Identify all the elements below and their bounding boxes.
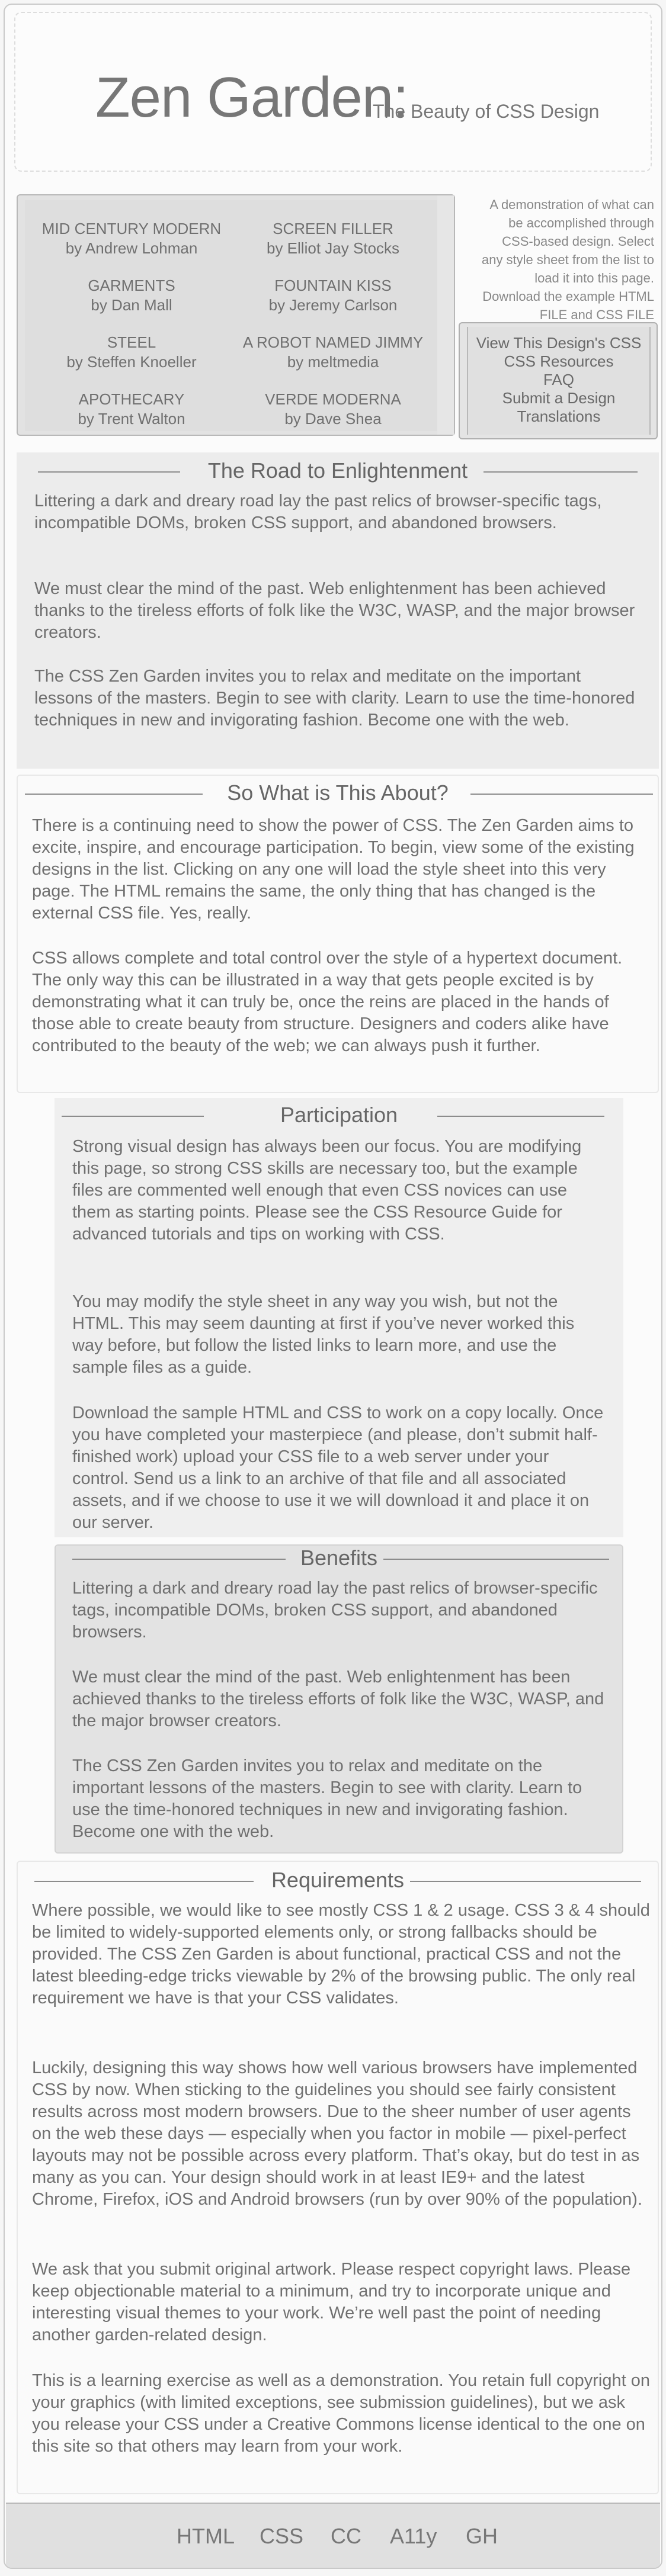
design-author[interactable]: by Jeremy Carlson: [232, 295, 434, 315]
view-css-link[interactable]: View This Design's CSS: [468, 334, 649, 352]
paragraph: The CSS Zen Garden invites you to relax …: [72, 1756, 582, 1841]
section-heading: Requirements: [18, 1868, 658, 1893]
section-participation: Participation Strong visual design has a…: [55, 1098, 623, 1537]
section-road-to-enlightenment: The Road to Enlightenment Littering a da…: [17, 452, 659, 769]
design-selection-list: MID CENTURY MODERN by Andrew Lohman SCRE…: [17, 194, 455, 436]
site-title: Zen Garden:: [95, 66, 409, 129]
section-heading: So What is This About?: [18, 780, 658, 805]
footer-link-gh[interactable]: GH: [466, 2524, 498, 2549]
paragraph: Luckily, designing this way shows how we…: [32, 2058, 643, 2209]
design-item[interactable]: GARMENTS by Dan Mall: [31, 276, 232, 315]
page: Zen Garden: The Beauty of CSS Design MID…: [4, 4, 662, 2569]
page-footer: HTML CSS CC A11y GH: [6, 2503, 660, 2568]
design-item[interactable]: APOTHECARY by Trent Walton: [31, 390, 232, 429]
design-author[interactable]: by Dan Mall: [31, 295, 232, 315]
design-name[interactable]: STEEL: [31, 333, 232, 352]
translations-link[interactable]: Translations: [468, 407, 649, 426]
select-text-line: FILE and CSS FILE: [539, 307, 654, 322]
design-name[interactable]: VERDE MODERNA: [232, 390, 434, 409]
submit-design-link[interactable]: Submit a Design: [468, 389, 649, 407]
site-tagline: The Beauty of CSS Design: [373, 101, 600, 122]
design-name[interactable]: FOUNTAIN KISS: [232, 276, 434, 295]
paragraph: Where possible, we would like to see mos…: [32, 1901, 650, 2008]
paragraph: We must clear the mind of the past. Web …: [72, 1668, 604, 1730]
design-author[interactable]: by Elliot Jay Stocks: [232, 239, 434, 258]
section-heading: The Road to Enlightenment: [17, 458, 659, 483]
paragraph: CSS allows complete and total control ov…: [32, 949, 623, 1055]
design-item[interactable]: A ROBOT NAMED JIMMY by meltmedia: [232, 333, 434, 372]
paragraph: Littering a dark and dreary road lay the…: [72, 1579, 598, 1642]
design-author[interactable]: by Steffen Knoeller: [31, 352, 232, 372]
design-author[interactable]: by Dave Shea: [232, 409, 434, 429]
design-item[interactable]: SCREEN FILLER by Elliot Jay Stocks: [232, 219, 434, 258]
design-author[interactable]: by meltmedia: [232, 352, 434, 372]
resources-inner: View This Design's CSS CSS Resources FAQ…: [467, 327, 651, 435]
paragraph: Strong visual design has always been our…: [72, 1137, 582, 1244]
paragraph: We ask that you submit original artwork.…: [32, 2260, 631, 2344]
design-author[interactable]: by Trent Walton: [31, 409, 232, 429]
footer-link-html[interactable]: HTML: [177, 2524, 235, 2549]
design-list-inner: MID CENTURY MODERN by Andrew Lohman SCRE…: [25, 200, 439, 431]
design-item[interactable]: STEEL by Steffen Knoeller: [31, 333, 232, 372]
page-header: Zen Garden: The Beauty of CSS Design: [14, 12, 652, 172]
design-name[interactable]: A ROBOT NAMED JIMMY: [232, 333, 434, 352]
design-item[interactable]: VERDE MODERNA by Dave Shea: [232, 390, 434, 429]
footer-link-a11y[interactable]: A11y: [390, 2524, 437, 2549]
select-text-line: load it into this page.: [534, 271, 654, 285]
resources-links: View This Design's CSS CSS Resources FAQ…: [468, 334, 649, 426]
section-benefits: Benefits Littering a dark and dreary roa…: [55, 1544, 623, 1854]
paragraph: The CSS Zen Garden invites you to relax …: [34, 667, 635, 730]
section-heading: Participation: [55, 1103, 623, 1128]
paragraph: Littering a dark and dreary road lay the…: [34, 492, 602, 532]
footer-link-css[interactable]: CSS: [260, 2524, 303, 2549]
design-name[interactable]: APOTHECARY: [31, 390, 232, 409]
section-heading: Benefits: [56, 1546, 622, 1570]
section-requirements: Requirements Where possible, we would li…: [17, 1861, 659, 2494]
section-about: So What is This About? There is a contin…: [17, 775, 659, 1093]
design-list-scrollbar[interactable]: [437, 195, 454, 435]
select-text-line: Download the example HTML: [482, 289, 654, 304]
paragraph: This is a learning exercise as well as a…: [32, 2371, 650, 2456]
select-text-line: be accomplished through: [508, 216, 654, 230]
resources-panel: View This Design's CSS CSS Resources FAQ…: [459, 322, 658, 439]
select-text-line: A demonstration of what can: [489, 197, 654, 212]
css-resources-link[interactable]: CSS Resources: [468, 352, 649, 371]
paragraph: There is a continuing need to show the p…: [32, 816, 635, 923]
footer-link-cc[interactable]: CC: [331, 2524, 361, 2549]
select-text-line: any style sheet from the list to: [481, 252, 654, 267]
design-item[interactable]: MID CENTURY MODERN by Andrew Lohman: [31, 219, 232, 258]
faq-link[interactable]: FAQ: [468, 371, 649, 389]
design-name[interactable]: GARMENTS: [31, 276, 232, 295]
design-author[interactable]: by Andrew Lohman: [31, 239, 232, 258]
design-name[interactable]: SCREEN FILLER: [232, 219, 434, 239]
paragraph: We must clear the mind of the past. Web …: [34, 579, 635, 642]
paragraph: Download the sample HTML and CSS to work…: [72, 1403, 604, 1532]
select-text-line: CSS-based design. Select: [502, 234, 654, 249]
design-name[interactable]: MID CENTURY MODERN: [31, 219, 232, 239]
select-intro-text: A demonstration of what can be accomplis…: [459, 195, 654, 324]
paragraph: You may modify the style sheet in any wa…: [72, 1292, 575, 1377]
design-item[interactable]: FOUNTAIN KISS by Jeremy Carlson: [232, 276, 434, 315]
